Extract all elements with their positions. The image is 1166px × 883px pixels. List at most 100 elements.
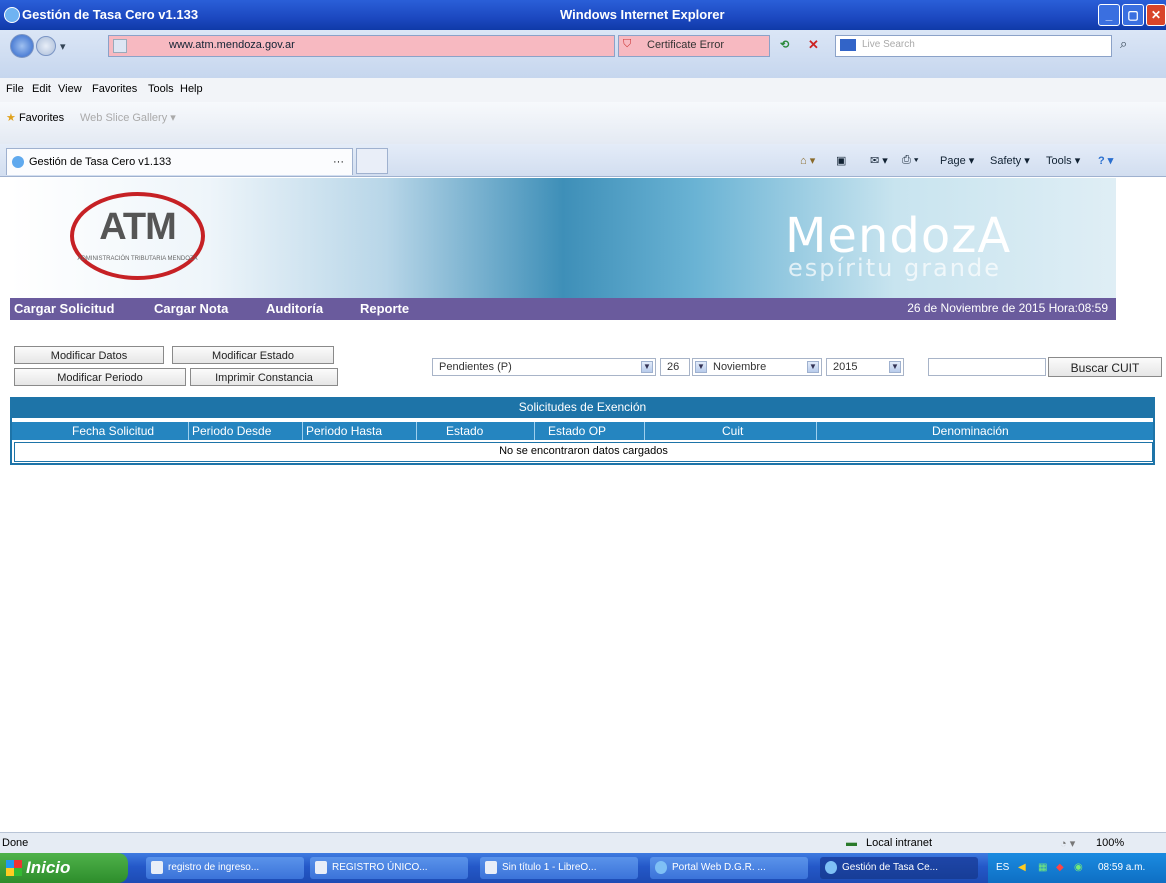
close-button[interactable]: ✕ — [1146, 4, 1166, 26]
url-field[interactable]: www.atm.mendoza.gov.ar — [108, 35, 615, 57]
menu-file[interactable]: File — [6, 83, 24, 95]
favorites-label: Favorites — [18, 112, 65, 124]
volume-icon[interactable]: ◀ — [1018, 862, 1026, 873]
update-icon[interactable]: ◉ — [1074, 862, 1083, 873]
minimize-button[interactable]: _ — [1098, 4, 1120, 26]
menu-help[interactable]: Help — [180, 83, 203, 95]
atm-logo: ATM ADMINISTRACIÓN TRIBUTARIA MENDOZA — [70, 192, 205, 280]
home-icon[interactable]: ⌂ ▾ — [800, 154, 815, 167]
nav-cargar-nota[interactable]: Cargar Nota — [154, 301, 228, 316]
task-registro-unico[interactable]: REGISTRO ÚNICO... — [310, 857, 468, 879]
tools-menu[interactable]: Tools ▾ — [1046, 154, 1080, 167]
document-icon — [315, 861, 327, 874]
task-label: registro de ingreso... — [168, 862, 260, 873]
search-go-icon[interactable]: ⌕ — [1120, 36, 1127, 52]
shield-warning-icon: ⛉ — [623, 38, 632, 50]
menu-bar: File Edit View Favorites Tools Help — [0, 78, 1166, 103]
page-banner: ATM ADMINISTRACIÓN TRIBUTARIA MENDOZA Me… — [10, 178, 1116, 298]
stop-icon[interactable]: ✕ — [808, 37, 819, 53]
task-portal-web[interactable]: Portal Web D.G.R. ... — [650, 857, 808, 879]
buscar-cuit-button[interactable]: Buscar CUIT — [1048, 357, 1162, 377]
system-tray: ES ◀ ▦ ◆ ◉ 08:59 a.m. — [988, 853, 1166, 883]
favorites-bar: ★ Favorites Web Slice Gallery ▾ — [0, 102, 1166, 144]
forward-button[interactable] — [36, 36, 56, 56]
main-nav: Cargar Solicitud Cargar Nota Auditoría R… — [10, 298, 1116, 320]
cuit-input[interactable] — [928, 358, 1046, 376]
tab-more[interactable]: ··· — [333, 156, 344, 168]
history-dropdown-icon[interactable]: ▾ — [60, 40, 66, 53]
certificate-label: Certificate Error — [647, 39, 725, 51]
menu-edit[interactable]: Edit — [32, 83, 51, 95]
taskbar: Inicio registro de ingreso... REGISTRO Ú… — [0, 853, 1166, 883]
task-label: Gestión de Tasa Ce... — [842, 862, 938, 873]
language-indicator[interactable]: ES — [996, 862, 1009, 873]
menu-favorites[interactable]: Favorites — [92, 83, 137, 95]
maximize-button[interactable]: ▢ — [1122, 4, 1144, 26]
empty-message: No se encontraron datos cargados — [14, 442, 1153, 462]
protected-mode-icon[interactable]: ◔ ▾ — [1060, 837, 1075, 850]
logo-text: ATM — [99, 206, 177, 248]
start-button[interactable]: Inicio — [0, 853, 128, 883]
intranet-icon: ▬ — [846, 837, 857, 849]
antivirus-icon[interactable]: ◆ — [1056, 862, 1064, 873]
refresh-icon[interactable]: ⟲ — [780, 38, 789, 51]
new-tab-button[interactable] — [356, 148, 388, 174]
app-name: Windows Internet Explorer — [560, 7, 725, 22]
page-menu[interactable]: Page ▾ — [940, 154, 974, 167]
task-sin-titulo[interactable]: Sin título 1 - LibreO... — [480, 857, 638, 879]
document-icon — [151, 861, 163, 874]
zoom-level[interactable]: 100% — [1096, 837, 1124, 849]
page-icon — [113, 39, 127, 53]
nav-cargar-solicitud[interactable]: Cargar Solicitud — [14, 301, 114, 316]
nav-auditoria[interactable]: Auditoría — [266, 301, 323, 316]
nav-reporte[interactable]: Reporte — [360, 301, 409, 316]
tab-ie-icon — [12, 156, 24, 168]
feeds-icon[interactable]: ▣ — [836, 154, 846, 167]
task-label: Portal Web D.G.R. ... — [672, 862, 766, 873]
star-icon: ★ — [6, 112, 16, 124]
start-label: Inicio — [26, 858, 71, 877]
print-icon[interactable]: ⎙ ▾ — [902, 154, 918, 167]
safety-menu[interactable]: Safety ▾ — [990, 154, 1030, 167]
ie-icon — [4, 7, 20, 23]
zone-text: Local intranet — [866, 837, 933, 849]
day-select-value: 26 — [667, 361, 680, 373]
chevron-down-icon: ▼ — [641, 361, 653, 373]
chevron-down-icon: ▼ — [889, 361, 901, 373]
ie-icon — [655, 861, 667, 874]
brand-tagline: espíritu grande — [788, 254, 1001, 282]
task-registro-ingreso[interactable]: registro de ingreso... — [146, 857, 304, 879]
window-title: Gestión de Tasa Cero v1.133 — [22, 7, 199, 22]
url-text: www.atm.mendoza.gov.ar — [169, 39, 295, 51]
day-select[interactable]: 26 — [660, 358, 690, 376]
menu-tools[interactable]: Tools — [148, 83, 174, 95]
task-gestion-tasa-cero[interactable]: Gestión de Tasa Ce... — [820, 857, 978, 879]
chevron-down-icon: ▼ — [807, 361, 819, 373]
imprimir-constancia-button[interactable]: Imprimir Constancia — [190, 368, 338, 386]
network-icon[interactable]: ▦ — [1038, 862, 1047, 873]
modificar-periodo-button[interactable]: Modificar Periodo — [14, 368, 186, 386]
task-label: REGISTRO ÚNICO... — [332, 862, 428, 873]
back-button[interactable] — [10, 34, 34, 58]
menu-view[interactable]: View — [58, 83, 82, 95]
search-placeholder: Live Search — [862, 39, 915, 50]
status-bar: Done ▬ Local intranet ◔ ▾ 100% — [0, 832, 1166, 854]
window-title-bar: Gestión de Tasa Cero v1.133 Windows Inte… — [0, 0, 1166, 30]
help-icon[interactable]: ? ▾ — [1098, 154, 1113, 167]
month-select-value: Noviembre — [713, 361, 767, 373]
year-select[interactable]: 2015 ▼ — [826, 358, 904, 376]
modificar-estado-button[interactable]: Modificar Estado — [172, 346, 334, 364]
modificar-datos-button[interactable]: Modificar Datos — [14, 346, 164, 364]
clock: 08:59 a.m. — [1098, 862, 1146, 873]
estado-select[interactable]: Pendientes (P) ▼ — [432, 358, 656, 376]
search-field[interactable]: Live Search — [835, 35, 1112, 57]
address-row: ▾ www.atm.mendoza.gov.ar ⛉ Certificate E… — [0, 30, 1166, 78]
favorites-button[interactable]: ★ Favorites — [6, 111, 64, 124]
mail-icon[interactable]: ✉ ▾ — [870, 154, 888, 167]
web-slice-gallery-link[interactable]: Web Slice Gallery ▾ — [80, 111, 176, 124]
tab-active[interactable]: Gestión de Tasa Cero v1.133 ··· — [6, 148, 353, 175]
certificate-error-button[interactable]: ⛉ Certificate Error — [618, 35, 770, 57]
month-select[interactable]: ▼ Noviembre ▼ — [692, 358, 822, 376]
tab-label: Gestión de Tasa Cero v1.133 — [29, 156, 172, 168]
task-label: Sin título 1 - LibreO... — [502, 862, 597, 873]
